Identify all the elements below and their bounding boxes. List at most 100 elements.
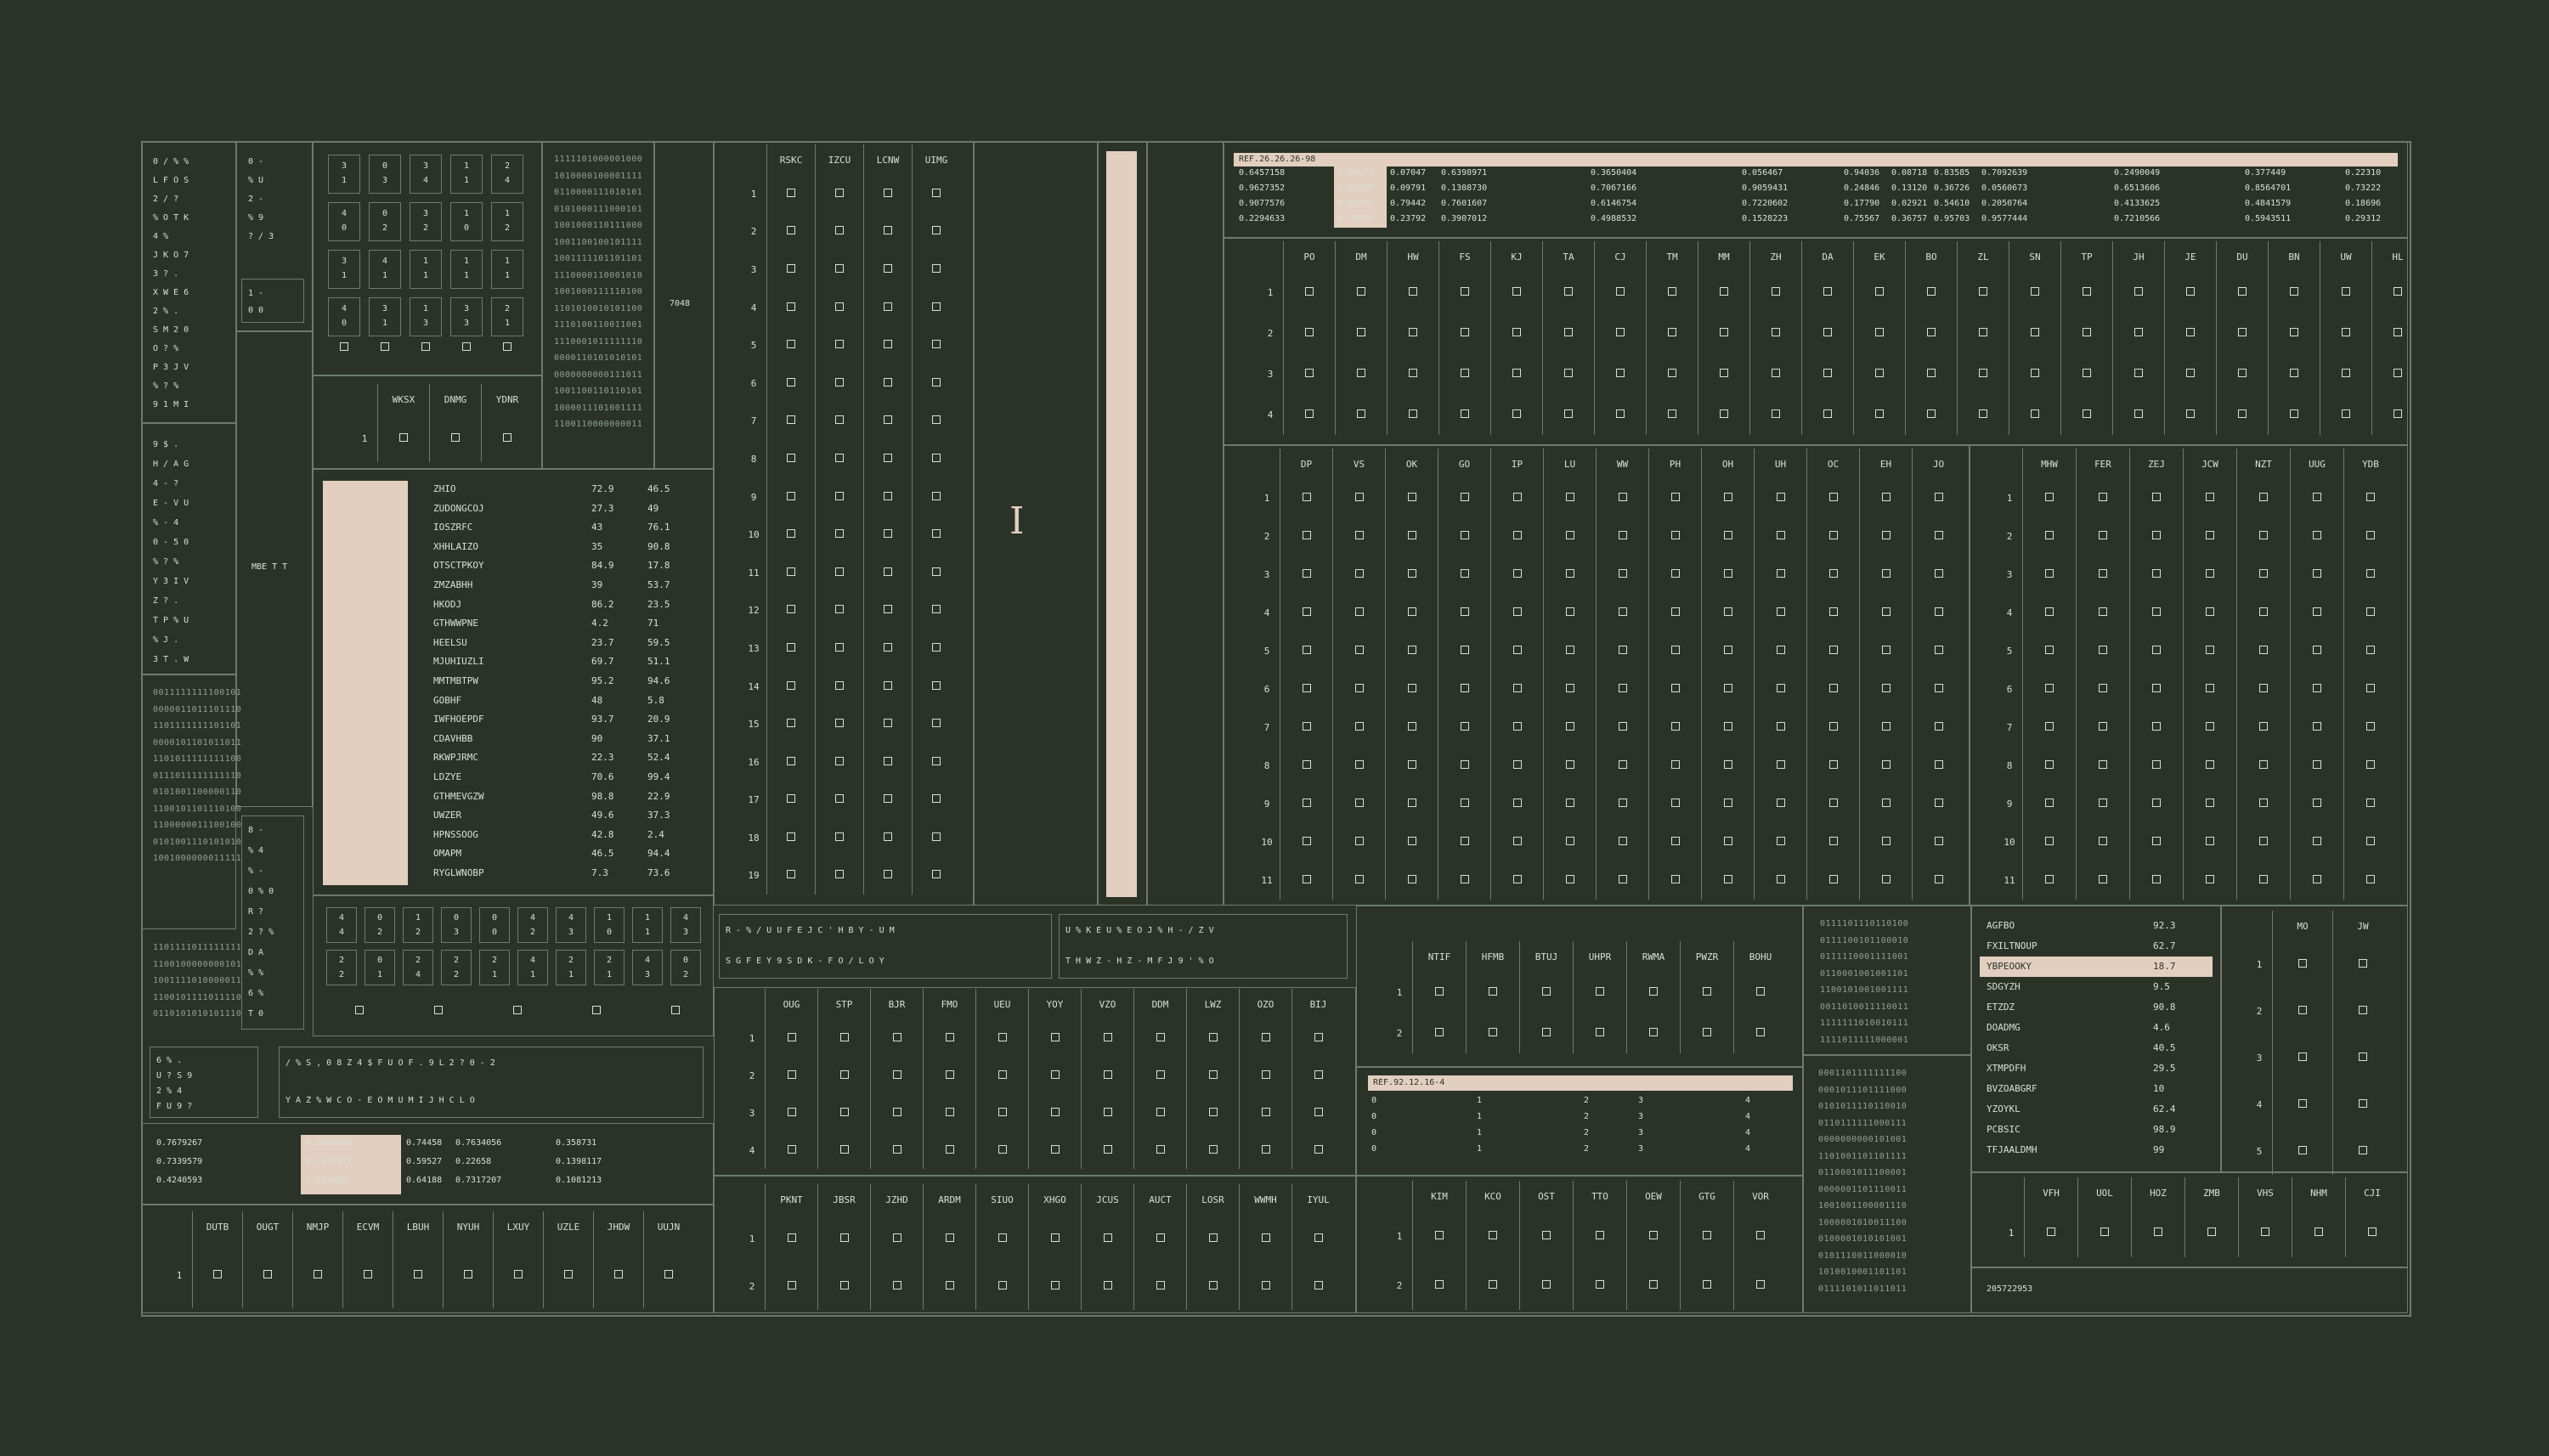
checkbox[interactable] [1460,837,1469,845]
checkbox[interactable] [998,1233,1007,1242]
checkbox[interactable] [1314,1069,1323,1079]
checkbox[interactable] [2366,531,2375,539]
checkbox[interactable] [787,605,795,614]
checkbox[interactable] [1616,286,1625,296]
checkbox[interactable] [1772,368,1780,377]
checkbox[interactable] [1828,493,1838,501]
checkbox[interactable] [1881,607,1891,616]
checkbox[interactable] [1776,646,1785,654]
checkbox[interactable] [1934,646,1943,654]
checkbox[interactable] [932,567,941,576]
checkbox[interactable] [1772,286,1780,296]
checkbox[interactable] [1703,1230,1711,1239]
checkbox[interactable] [1723,837,1732,845]
checkbox[interactable] [1703,1027,1711,1036]
checkbox[interactable] [932,794,941,804]
checkbox[interactable] [2099,531,2107,539]
checkbox[interactable] [2045,837,2054,845]
checkbox[interactable] [2259,875,2268,883]
checkbox[interactable] [1407,684,1416,692]
checkbox[interactable] [213,1269,222,1278]
checkbox[interactable] [787,680,795,690]
checkbox[interactable] [1050,1032,1060,1041]
checkbox[interactable] [932,491,941,500]
checkbox[interactable] [945,1280,954,1290]
checkbox[interactable] [1618,837,1627,845]
checkbox[interactable] [1512,722,1522,731]
checkbox[interactable] [2206,646,2214,654]
checkbox[interactable] [671,1006,680,1014]
checkbox[interactable] [1103,1107,1112,1116]
checkbox[interactable] [1305,409,1314,418]
right-list-item[interactable]: BVZOABGRF 10 [1980,1079,2213,1099]
checkbox[interactable] [1407,760,1416,769]
checkbox[interactable] [1302,722,1311,731]
checkbox[interactable] [1208,1233,1218,1242]
checkbox[interactable] [2313,646,2321,654]
right-list-item[interactable]: AGFBO 92.3 [1980,916,2213,936]
checkbox[interactable] [1934,531,1943,539]
checkbox[interactable] [1670,493,1680,501]
checkbox[interactable] [1489,1230,1497,1239]
checkbox[interactable] [1720,327,1728,336]
checkbox[interactable] [835,340,844,349]
checkbox[interactable] [1618,722,1627,731]
checkbox[interactable] [884,832,892,841]
checkbox[interactable] [1565,684,1574,692]
checkbox[interactable] [2152,799,2161,807]
checkbox[interactable] [787,529,795,539]
checkbox[interactable] [839,1032,849,1041]
checkbox[interactable] [355,1006,364,1014]
checkbox[interactable] [664,1269,673,1278]
checkbox[interactable] [835,377,844,387]
checkbox[interactable] [2152,646,2161,654]
checkbox[interactable] [1927,368,1936,377]
checkbox[interactable] [2047,1227,2055,1236]
checkbox[interactable] [1354,799,1364,807]
checkbox[interactable] [1302,684,1311,692]
checkbox[interactable] [835,415,844,425]
checkbox[interactable] [513,1006,522,1014]
checkbox[interactable] [2259,760,2268,769]
checkbox[interactable] [1103,1069,1112,1079]
checkbox[interactable] [434,1006,443,1014]
checkbox[interactable] [1934,493,1943,501]
checkbox[interactable] [2259,837,2268,845]
right-list-item[interactable]: ETZDZ 90.8 [1980,997,2213,1018]
checkbox[interactable] [1618,684,1627,692]
checkbox[interactable] [1050,1144,1060,1154]
checkbox[interactable] [1881,799,1891,807]
checkbox[interactable] [1618,760,1627,769]
checkbox[interactable] [884,719,892,728]
checkbox[interactable] [1460,760,1469,769]
checkbox[interactable] [1828,531,1838,539]
checkbox[interactable] [1668,327,1676,336]
checkbox[interactable] [1776,493,1785,501]
checkbox[interactable] [2394,409,2402,418]
checkbox[interactable] [839,1144,849,1154]
checkbox[interactable] [2238,327,2247,336]
checkbox[interactable] [1927,409,1936,418]
checkbox[interactable] [1314,1107,1323,1116]
checkbox[interactable] [1723,607,1732,616]
checkbox[interactable] [835,567,844,576]
checkbox[interactable] [1979,409,1987,418]
checkbox[interactable] [2206,569,2214,578]
checkbox[interactable] [1703,1279,1711,1289]
checkbox[interactable] [2394,327,2402,336]
checkbox[interactable] [2152,837,2161,845]
checkbox[interactable] [1512,531,1522,539]
checkbox[interactable] [1489,1027,1497,1036]
checkbox[interactable] [1723,531,1732,539]
checkbox[interactable] [1156,1107,1165,1116]
checkbox[interactable] [2298,1146,2307,1154]
checkbox[interactable] [1409,286,1417,296]
checkbox[interactable] [1314,1144,1323,1154]
checkbox[interactable] [998,1144,1007,1154]
checkbox[interactable] [2342,327,2350,336]
checkbox[interactable] [839,1280,849,1290]
checkbox[interactable] [2290,286,2298,296]
checkbox[interactable] [835,529,844,539]
checkbox[interactable] [1618,799,1627,807]
checkbox[interactable] [835,870,844,879]
